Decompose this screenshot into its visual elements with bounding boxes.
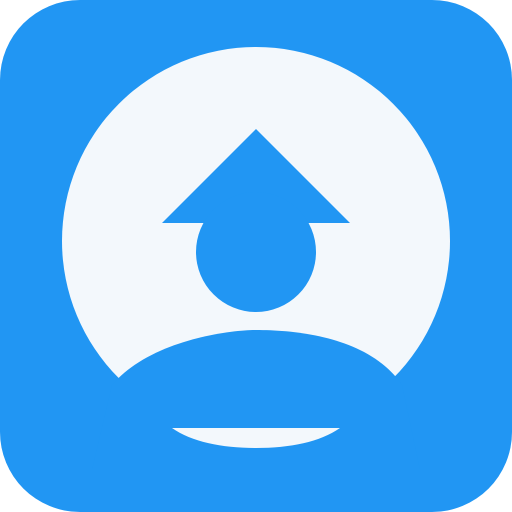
app-icon-canvas — [0, 0, 512, 512]
person-head-shape — [196, 192, 316, 312]
upload-user-icon[interactable] — [0, 0, 512, 512]
